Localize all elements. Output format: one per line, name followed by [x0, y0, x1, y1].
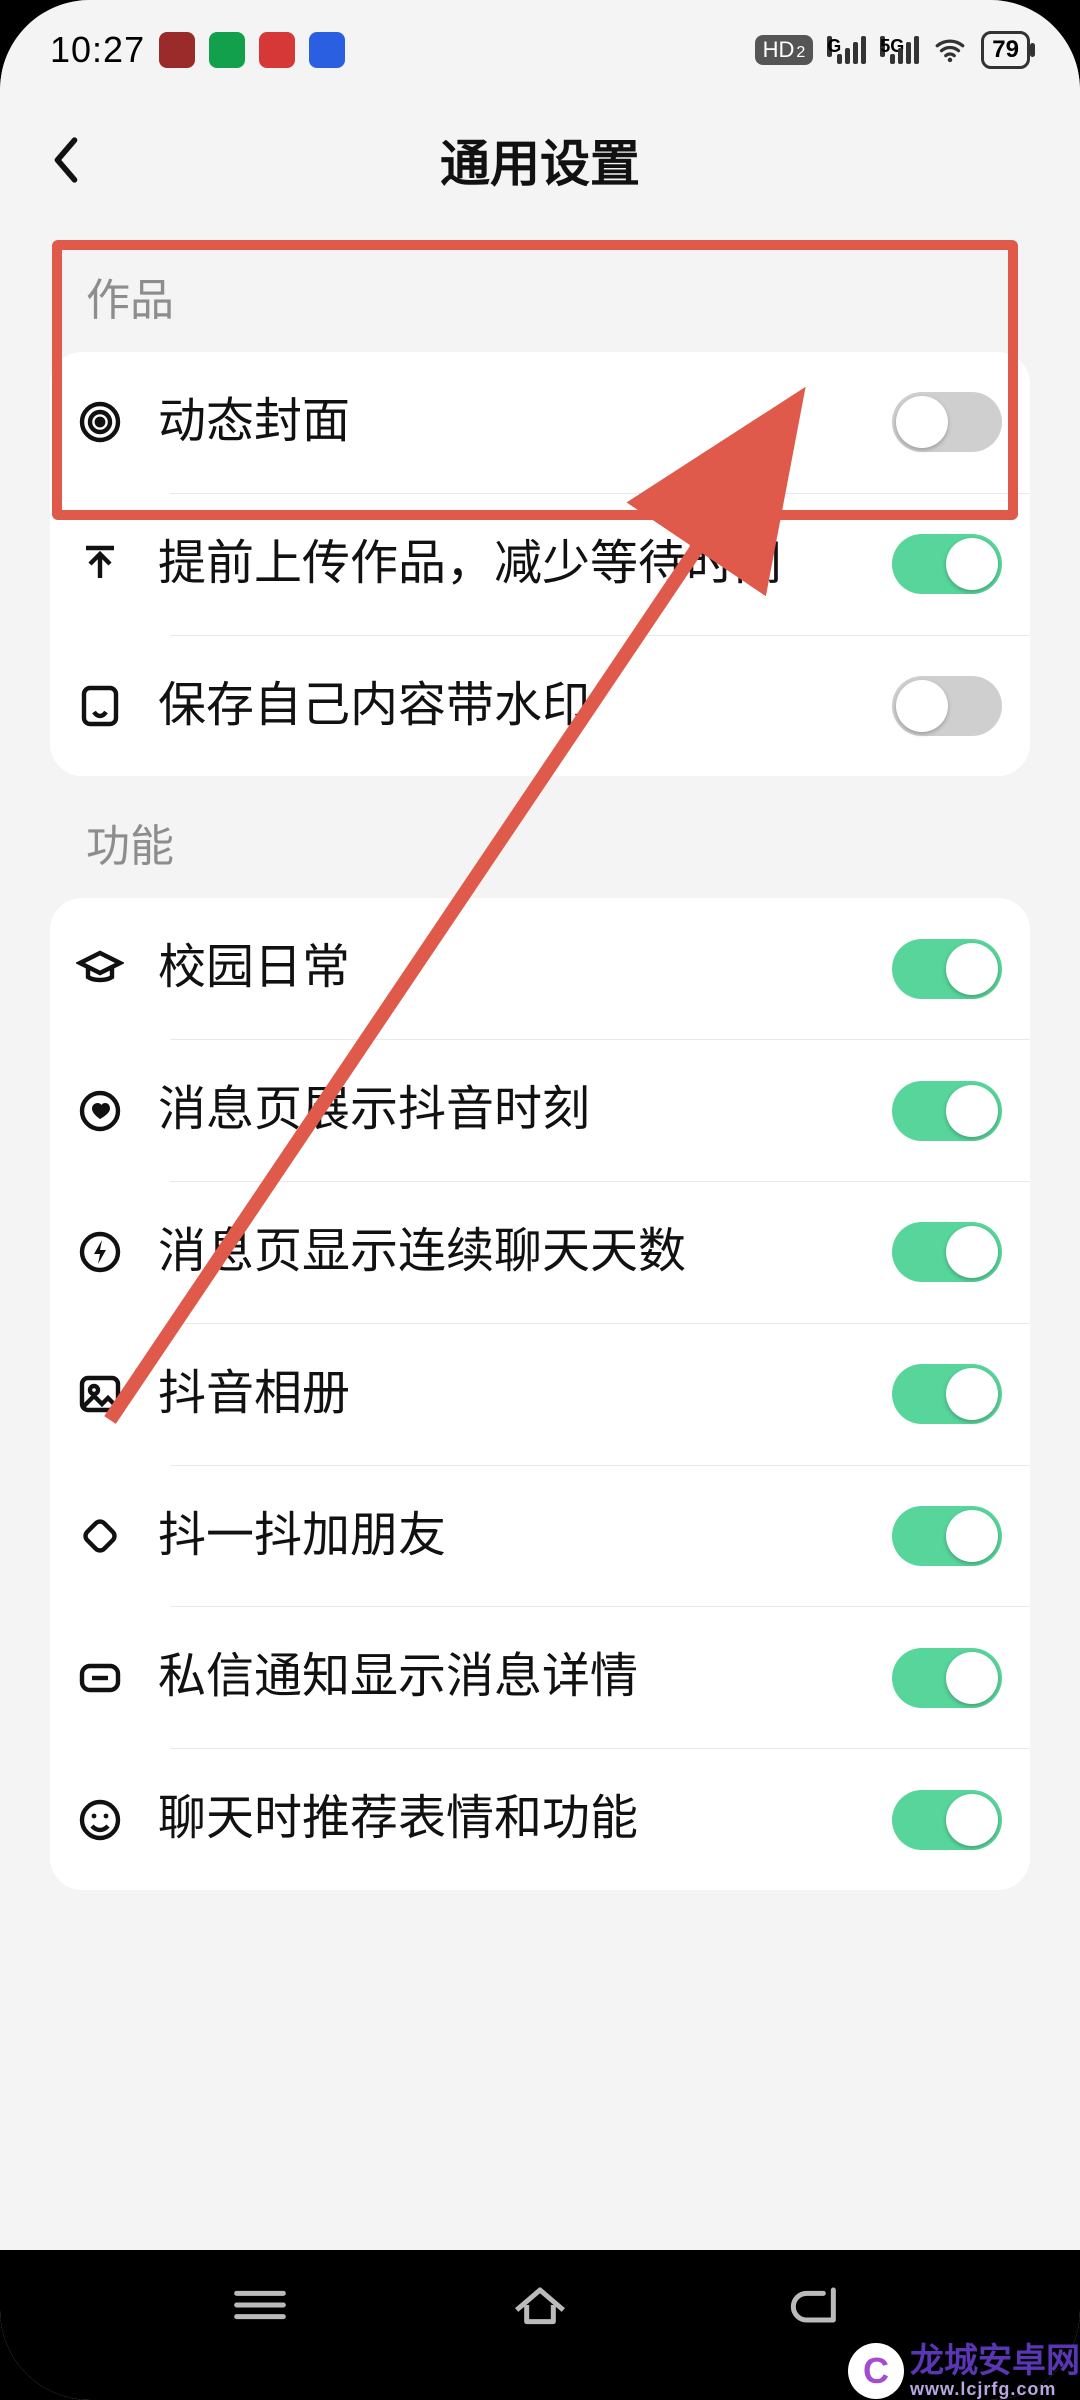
row-campus[interactable]: 校园日常 [50, 898, 1030, 1039]
watermark-main: 龙城安卓网 [910, 2343, 1080, 2380]
chevron-left-icon [49, 133, 83, 187]
row-dynamic-cover[interactable]: 动态封面 [50, 352, 1030, 493]
status-bar: 10:27 HD2 G 5G 79 [0, 0, 1080, 90]
section-title-features: 功能 [0, 776, 1080, 898]
watermark: C 龙城安卓网 www.lcjrfg.com [848, 2343, 1080, 2400]
status-app-icon-2 [209, 32, 245, 68]
row-album[interactable]: 抖音相册 [50, 1324, 1030, 1465]
row-preupload[interactable]: 提前上传作品，减少等待时间 [50, 494, 1030, 635]
row-label: 消息页展示抖音时刻 [158, 1078, 862, 1143]
toggle-emoji-suggest[interactable] [892, 1790, 1002, 1850]
row-moments[interactable]: 消息页展示抖音时刻 [50, 1040, 1030, 1181]
row-label: 动态封面 [158, 390, 862, 455]
graduation-icon [72, 941, 128, 997]
toggle-campus[interactable] [892, 939, 1002, 999]
signal-1: G [827, 36, 866, 64]
status-app-icon-4 [309, 32, 345, 68]
back-button[interactable] [36, 130, 96, 190]
row-label: 消息页显示连续聊天天数 [158, 1220, 862, 1285]
card-works: 动态封面 提前上传作品，减少等待时间 保存自己内容带水印 [50, 352, 1030, 776]
nav-back-button[interactable] [785, 2280, 855, 2335]
row-label: 抖一抖加朋友 [158, 1504, 862, 1569]
toggle-moments[interactable] [892, 1081, 1002, 1141]
row-save-watermark[interactable]: 保存自己内容带水印 [50, 636, 1030, 777]
row-label: 校园日常 [158, 936, 862, 1001]
status-time: 10:27 [50, 29, 145, 71]
battery-indicator: 79 [981, 31, 1030, 69]
wifi-icon [933, 33, 967, 67]
emoji-icon [72, 1792, 128, 1848]
section-title-works: 作品 [0, 230, 1080, 352]
nav-home-button[interactable] [505, 2280, 575, 2335]
lightning-icon [72, 1224, 128, 1280]
toggle-album[interactable] [892, 1364, 1002, 1424]
upload-icon [72, 536, 128, 592]
toggle-dm-detail[interactable] [892, 1648, 1002, 1708]
toggle-save-watermark[interactable] [892, 676, 1002, 736]
heart-circle-icon [72, 1083, 128, 1139]
status-app-icon-3 [259, 32, 295, 68]
photo-icon [72, 1366, 128, 1422]
status-app-icon-1 [159, 32, 195, 68]
page-title: 通用设置 [440, 124, 640, 196]
toggle-shake[interactable] [892, 1506, 1002, 1566]
signal-2: 5G [880, 36, 919, 64]
status-right: HD2 G 5G 79 [755, 31, 1030, 69]
row-label: 抖音相册 [158, 1362, 862, 1427]
row-label: 提前上传作品，减少等待时间 [158, 532, 862, 597]
shake-icon [72, 1508, 128, 1564]
watermark-logo: C [848, 2343, 904, 2399]
toggle-dynamic-cover[interactable] [892, 392, 1002, 452]
row-shake[interactable]: 抖一抖加朋友 [50, 1466, 1030, 1607]
row-label: 聊天时推荐表情和功能 [158, 1787, 862, 1852]
toggle-chat-streak[interactable] [892, 1222, 1002, 1282]
card-features: 校园日常 消息页展示抖音时刻 消息页显示连续聊天天数 抖音相册 [50, 898, 1030, 1890]
toggle-preupload[interactable] [892, 534, 1002, 594]
hd-badge: HD2 [755, 35, 814, 65]
title-bar: 通用设置 [0, 90, 1080, 230]
message-detail-icon [72, 1650, 128, 1706]
nav-recents-button[interactable] [225, 2280, 295, 2335]
save-icon [72, 678, 128, 734]
target-icon [72, 394, 128, 450]
row-label: 保存自己内容带水印 [158, 674, 862, 739]
status-left: 10:27 [50, 29, 345, 71]
row-emoji-suggest[interactable]: 聊天时推荐表情和功能 [50, 1749, 1030, 1890]
row-chat-streak[interactable]: 消息页显示连续聊天天数 [50, 1182, 1030, 1323]
watermark-sub: www.lcjrfg.com [910, 2380, 1080, 2400]
row-label: 私信通知显示消息详情 [158, 1645, 862, 1710]
row-dm-detail[interactable]: 私信通知显示消息详情 [50, 1607, 1030, 1748]
